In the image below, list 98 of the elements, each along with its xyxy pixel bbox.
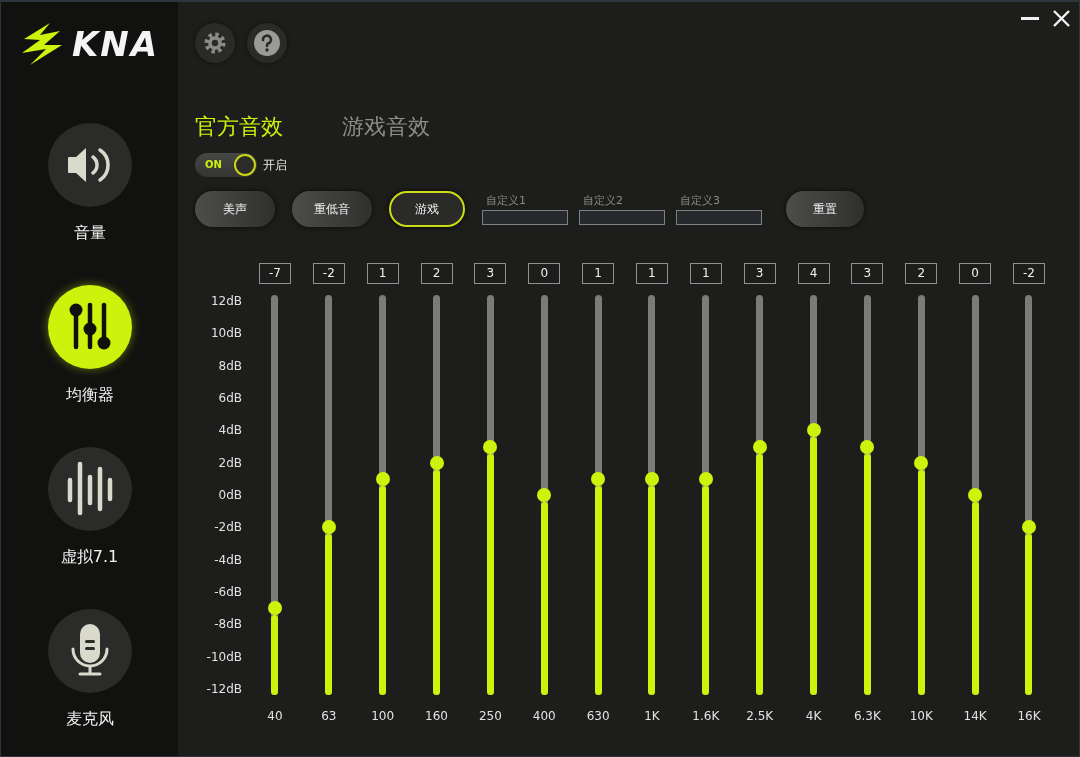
slider-thumb[interactable] [429, 455, 444, 470]
gain-readout: 1 [366, 263, 399, 284]
custom-preset-label: 自定义3 [679, 193, 721, 208]
frequency-label: 16K [1017, 709, 1041, 723]
frequency-label: 10K [909, 709, 933, 723]
sidebar-nav-item[interactable]: 均衡器 [47, 285, 132, 405]
scale-label: 8dB [218, 358, 242, 373]
custom-preset-label: 自定义1 [485, 193, 527, 208]
gain-readout: 0 [528, 263, 561, 284]
slider-thumb[interactable] [375, 471, 390, 486]
scale-label: 4dB [218, 423, 242, 438]
scale-label: -10dB [206, 649, 242, 664]
tab[interactable]: 游戏音效 [342, 113, 430, 141]
scale-label: 10dB [210, 326, 242, 341]
slider-thumb[interactable] [267, 601, 282, 616]
frequency-label: 40 [267, 709, 283, 723]
slider-thumb[interactable] [1021, 520, 1036, 535]
frequency-label: 250 [478, 709, 502, 723]
slider-track[interactable] [486, 295, 494, 695]
gain-readout: 2 [420, 263, 453, 284]
scale-label: -6dB [214, 584, 242, 599]
custom-preset-field[interactable] [482, 209, 568, 225]
gain-readout: 3 [851, 263, 884, 284]
gain-readout: -7 [258, 263, 291, 284]
frequency-label: 6.3K [853, 709, 881, 723]
frequency-label: 160 [425, 709, 448, 723]
slider-track[interactable] [863, 295, 871, 695]
custom-preset-field[interactable] [579, 209, 665, 225]
help-icon [254, 30, 280, 56]
slider-thumb[interactable] [860, 439, 875, 454]
slider-thumb[interactable] [698, 471, 713, 486]
preset-button[interactable]: 美声 [195, 191, 275, 227]
custom-preset-field[interactable] [676, 209, 762, 225]
slider-track[interactable] [1025, 295, 1033, 695]
slider-thumb[interactable] [321, 520, 336, 535]
frequency-label: 400 [532, 709, 556, 723]
frequency-label: 2.5K [746, 709, 774, 723]
gain-readout: 0 [959, 263, 992, 284]
gain-readout: -2 [1012, 263, 1045, 284]
toggle-label: 开启 [263, 157, 287, 173]
slider-track[interactable] [325, 295, 333, 695]
scale-label: 6dB [218, 391, 242, 405]
slider-track[interactable] [271, 295, 279, 695]
power-toggle[interactable]: ON [195, 153, 257, 177]
slider-thumb[interactable] [806, 423, 821, 438]
slider-thumb[interactable] [591, 471, 606, 486]
frequency-label: 4K [805, 709, 822, 723]
minimize-icon [1021, 16, 1039, 20]
gain-readout: 2 [905, 263, 938, 284]
gain-readout: 1 [689, 263, 722, 284]
sidebar-nav-item[interactable]: 音量 [47, 123, 132, 243]
gain-readout: 1 [635, 263, 668, 284]
help-button[interactable] [247, 23, 287, 63]
gain-readout: 4 [797, 263, 830, 284]
frequency-label: 630 [586, 709, 610, 723]
slider-track[interactable] [540, 295, 548, 695]
gain-readout: 3 [743, 263, 776, 284]
slider-thumb[interactable] [752, 439, 767, 454]
reset-button[interactable]: 重置 [786, 191, 864, 227]
close-button[interactable] [1053, 8, 1070, 28]
slider-track[interactable] [702, 295, 710, 695]
slider-track[interactable] [594, 295, 602, 695]
settings-icon [204, 32, 226, 54]
preset-button[interactable]: 重低音 [292, 191, 372, 227]
frequency-label: 100 [371, 709, 395, 723]
logo-text: KNA [71, 24, 160, 64]
slider-thumb[interactable] [537, 488, 552, 502]
sidebar-nav-item[interactable]: 麦克风 [47, 609, 132, 729]
preset-button[interactable]: 游戏 [389, 191, 465, 227]
settings-button[interactable] [195, 23, 235, 63]
slider-track[interactable] [756, 295, 764, 695]
scale-label: -12dB [206, 681, 242, 696]
gain-readout: 1 [582, 263, 615, 284]
scale-label: 2dB [218, 455, 242, 470]
slider-thumb[interactable] [644, 471, 659, 486]
slider-thumb[interactable] [968, 488, 983, 502]
scale-label: 12dB [210, 294, 242, 308]
slider-thumb[interactable] [483, 439, 498, 454]
frequency-label: 63 [321, 709, 337, 723]
custom-preset-label: 自定义2 [582, 193, 624, 208]
sidebar-nav-item[interactable]: 虚拟7.1 [47, 447, 132, 567]
scale-label: -8dB [214, 617, 242, 632]
close-icon [1053, 9, 1070, 27]
frequency-label: 1.6K [692, 709, 720, 723]
slider-track[interactable] [648, 295, 656, 695]
scale-label: 0dB [218, 487, 242, 502]
scale-label: -4dB [214, 552, 242, 567]
slider-thumb[interactable] [914, 455, 929, 470]
toggle-knob[interactable] [234, 154, 256, 176]
slider-track[interactable] [379, 295, 387, 695]
slider-track[interactable] [917, 295, 925, 695]
scale-label: -2dB [214, 520, 242, 535]
gain-readout: -2 [312, 263, 345, 284]
tab[interactable]: 官方音效 [195, 113, 283, 141]
frequency-label: 14K [963, 709, 987, 723]
slider-track[interactable] [971, 295, 979, 695]
gain-readout: 3 [474, 263, 507, 284]
frequency-label: 1K [644, 709, 660, 723]
